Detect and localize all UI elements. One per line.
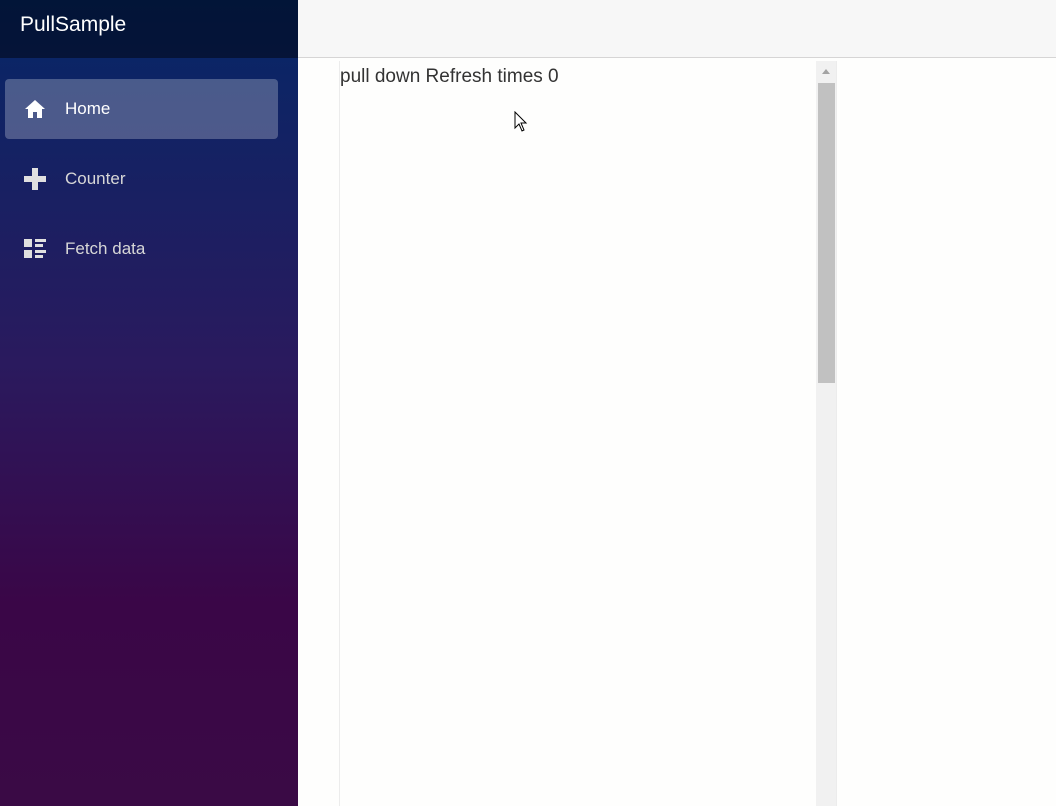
nav-menu: Home Counter Fetch data xyxy=(0,79,298,289)
sidebar-item-label: Counter xyxy=(65,169,126,188)
sidebar-item-label: Fetch data xyxy=(65,239,146,258)
brand-link[interactable]: PullSample xyxy=(20,12,126,38)
top-row xyxy=(298,0,1056,58)
pull-refresh-container[interactable]: pull down Refresh times 0 xyxy=(339,61,837,806)
main-content: pull down Refresh times 0 xyxy=(298,59,1056,806)
scroll-up-arrow-icon[interactable] xyxy=(822,69,830,74)
sidebar-item-counter[interactable]: Counter xyxy=(5,149,278,209)
sidebar-item-fetch-data[interactable]: Fetch data xyxy=(5,219,278,279)
pull-status-text: pull down Refresh times 0 xyxy=(340,66,559,87)
scroll-thumb[interactable] xyxy=(818,83,835,383)
home-icon xyxy=(23,97,47,121)
sidebar: PullSample Home Counter Fetch data xyxy=(0,0,298,806)
mouse-cursor-icon xyxy=(514,110,528,138)
sidebar-item-home[interactable]: Home xyxy=(5,79,278,139)
plus-icon xyxy=(23,167,47,191)
list-rich-icon xyxy=(23,237,47,261)
brand-bar: PullSample xyxy=(0,0,298,58)
app-window: PullSample Home Counter Fetch data pull … xyxy=(0,0,1056,806)
sidebar-item-label: Home xyxy=(65,99,111,118)
vertical-scrollbar[interactable] xyxy=(816,61,836,806)
